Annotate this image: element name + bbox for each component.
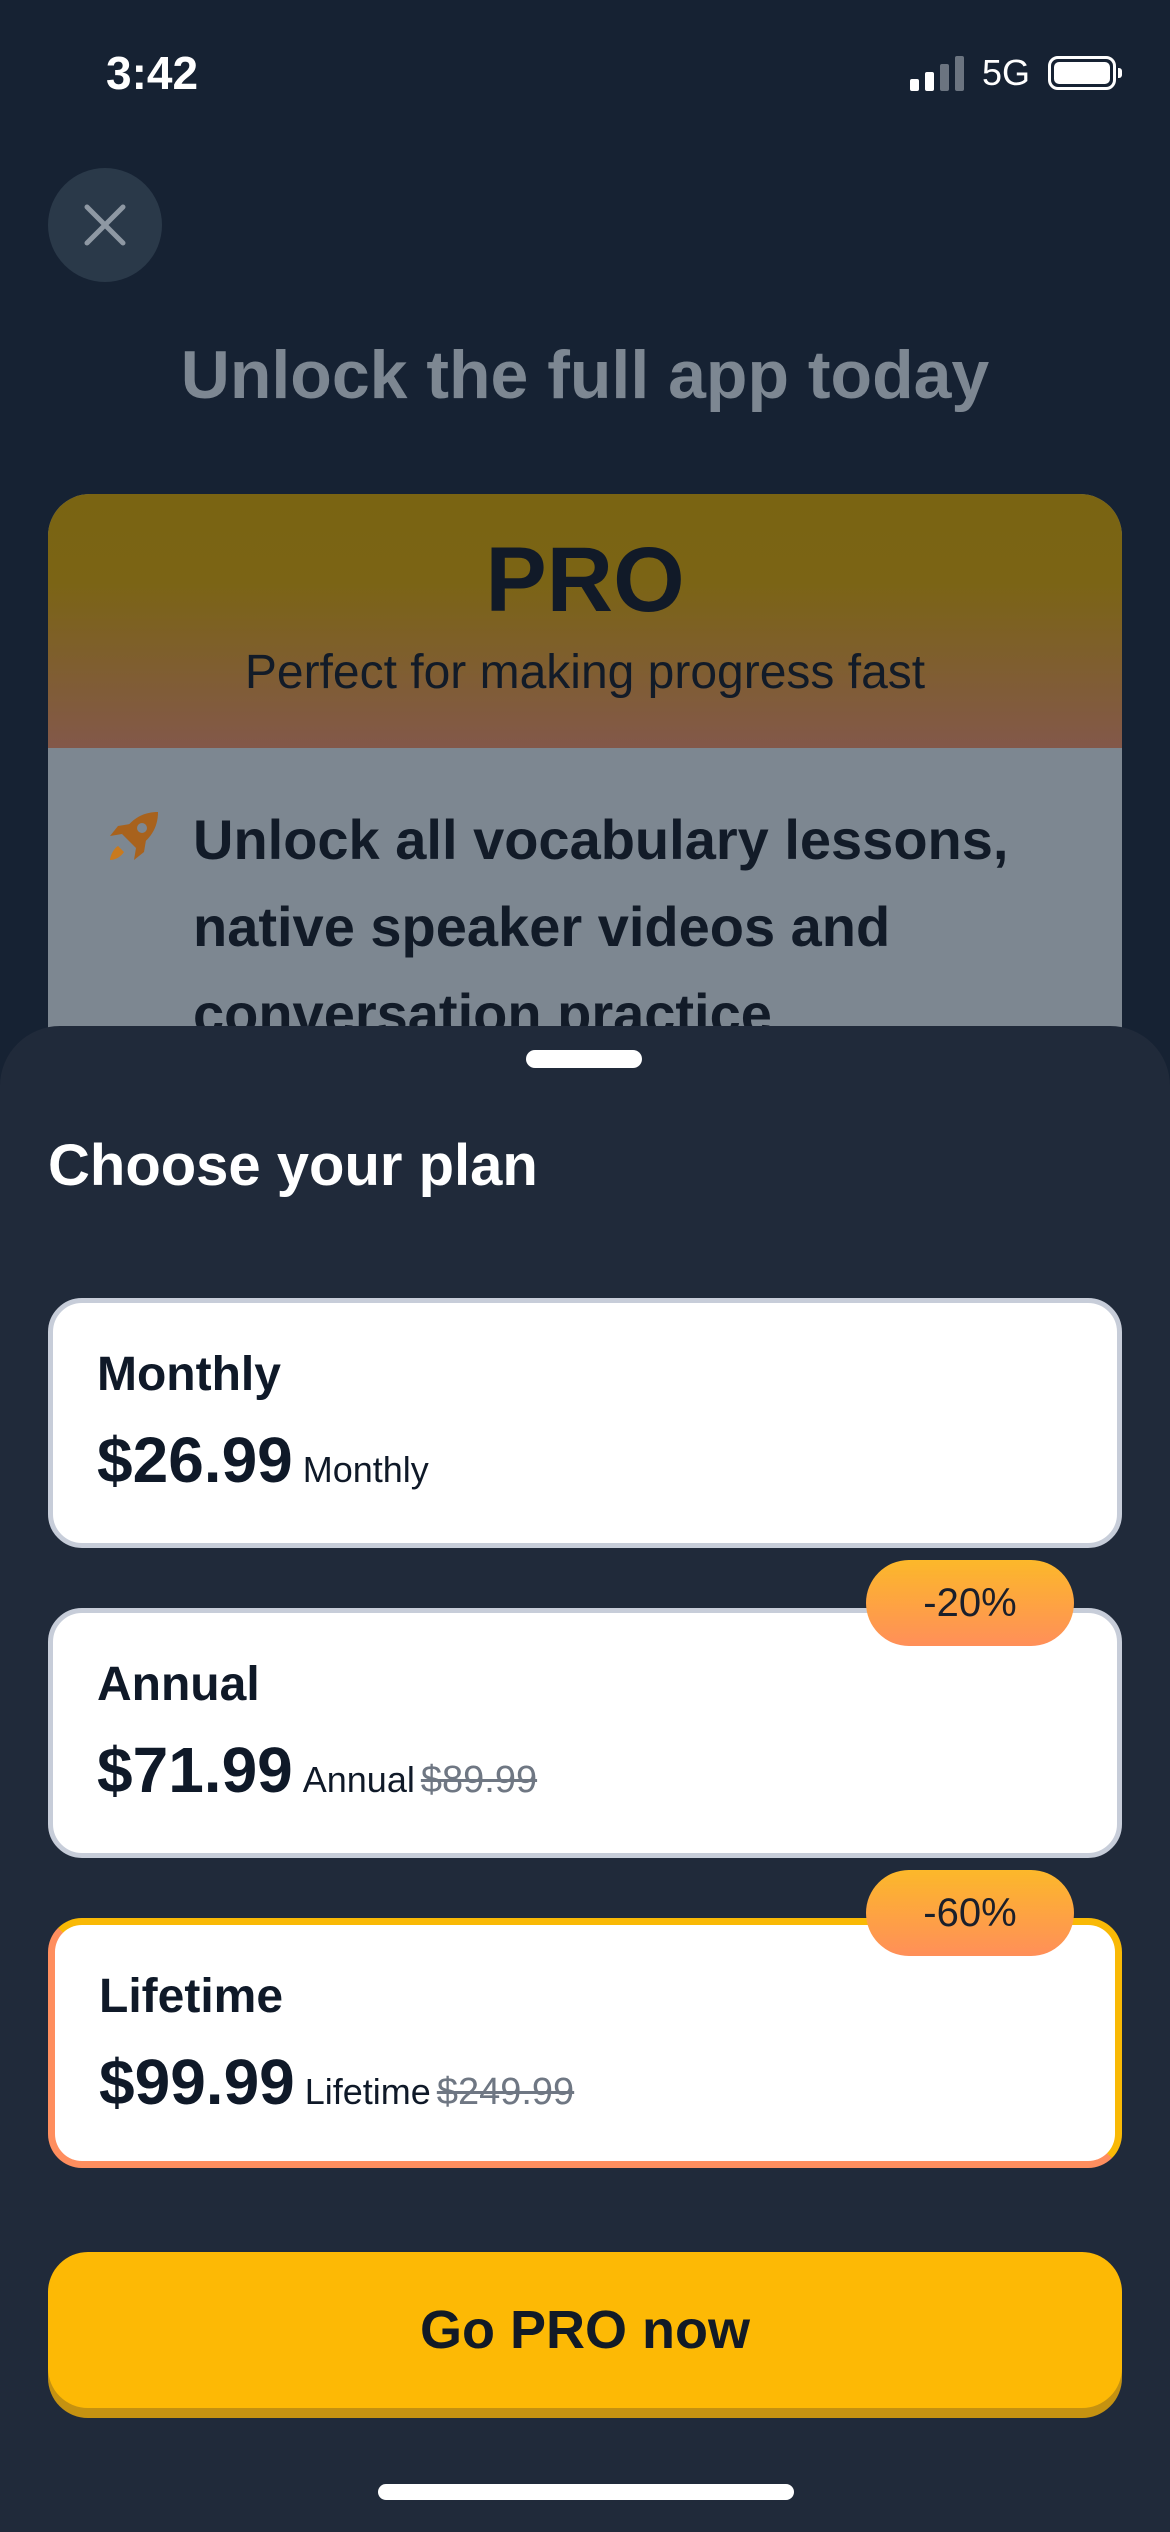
sheet-title: Choose your plan bbox=[48, 1133, 538, 1198]
feature-line: native speaker videos and bbox=[193, 895, 891, 958]
plan-period: Monthly bbox=[302, 1449, 429, 1490]
plan-price: $71.99 bbox=[97, 1734, 293, 1806]
plan-price: $26.99 bbox=[97, 1424, 293, 1496]
home-indicator bbox=[378, 2484, 794, 2500]
feature-line: Unlock all vocabulary lessons, bbox=[193, 808, 1009, 871]
discount-badge: -60% bbox=[866, 1870, 1074, 1956]
rocket-icon bbox=[110, 812, 158, 860]
battery-icon bbox=[1048, 56, 1122, 90]
pro-card-header: PRO Perfect for making progress fast bbox=[48, 494, 1122, 748]
plan-price: $99.99 bbox=[99, 2046, 295, 2118]
plan-name: Annual bbox=[97, 1658, 260, 1711]
plan-price-row: $71.99 Annual $89.99 bbox=[97, 1733, 537, 1807]
pro-subtitle: Perfect for making progress fast bbox=[244, 645, 926, 699]
signal-icon bbox=[909, 55, 964, 91]
plan-name: Monthly bbox=[97, 1348, 281, 1401]
page-title: Unlock the full app today bbox=[180, 337, 990, 413]
status-indicators: 5G bbox=[909, 52, 1122, 94]
close-button[interactable] bbox=[48, 168, 162, 282]
plan-price-row: $26.99 Monthly bbox=[97, 1423, 429, 1497]
plan-name: Lifetime bbox=[99, 1970, 284, 2023]
status-time: 3:42 bbox=[106, 47, 199, 99]
plan-original-price: $249.99 bbox=[436, 2071, 575, 2113]
sheet-grabber[interactable] bbox=[526, 1050, 642, 1068]
plan-option-monthly[interactable]: Monthly $26.99 Monthly bbox=[48, 1298, 1122, 1548]
go-pro-button[interactable]: Go PRO now bbox=[48, 2252, 1122, 2408]
close-icon bbox=[84, 204, 126, 246]
plan-price-row: $99.99 Lifetime $249.99 bbox=[99, 2045, 574, 2119]
plan-period: Lifetime bbox=[304, 2071, 431, 2112]
pro-feature: Unlock all vocabulary lessons, native sp… bbox=[48, 748, 1122, 1057]
network-type: 5G bbox=[981, 52, 1030, 93]
discount-badge: -20% bbox=[866, 1560, 1074, 1646]
plan-period: Annual bbox=[302, 1759, 415, 1800]
status-bar: 3:42 5G bbox=[0, 0, 1170, 150]
plan-original-price: $89.99 bbox=[420, 1759, 538, 1801]
pro-title: PRO bbox=[485, 529, 685, 631]
